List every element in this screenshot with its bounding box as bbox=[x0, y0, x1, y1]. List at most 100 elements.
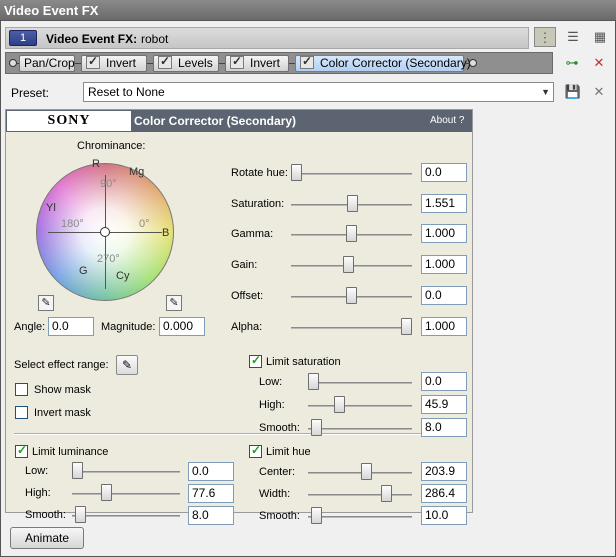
wheel-label-mg: Mg bbox=[129, 166, 145, 178]
invert-mask-label: Invert mask bbox=[34, 407, 91, 419]
limit-hue-checkbox[interactable] bbox=[249, 443, 262, 458]
degree-270: 270° bbox=[97, 253, 120, 265]
chain-number-badge[interactable]: 1 bbox=[9, 30, 37, 46]
sat-low-input[interactable]: 0.0 bbox=[421, 372, 467, 391]
wheel-label-cy: Cy bbox=[116, 270, 130, 282]
offset-slider[interactable] bbox=[346, 287, 357, 304]
saturation-input[interactable]: 1.551 bbox=[421, 194, 467, 213]
limit-hue-label: Limit hue bbox=[266, 446, 311, 458]
window-title: Video Event FX bbox=[0, 0, 616, 20]
plugin-invert-2[interactable]: Invert bbox=[225, 54, 289, 72]
alpha-slider[interactable] bbox=[401, 318, 412, 335]
hue-width-slider[interactable] bbox=[380, 485, 392, 502]
sat-low-slider[interactable] bbox=[308, 373, 319, 390]
sat-high-slider[interactable] bbox=[334, 396, 346, 413]
chroma-center-handle[interactable] bbox=[100, 227, 110, 237]
effect-range-eyedropper-icon[interactable]: ✎ bbox=[116, 355, 138, 375]
hue-width-label: Width: bbox=[259, 488, 291, 500]
limit-luminance-label: Limit luminance bbox=[32, 446, 109, 458]
hue-center-label: Center: bbox=[259, 466, 296, 478]
alpha-input[interactable]: 1.000 bbox=[421, 317, 467, 336]
hue-center-input[interactable]: 203.9 bbox=[421, 462, 467, 481]
plugin-invert-1[interactable]: Invert bbox=[81, 54, 147, 72]
eyedropper-icon[interactable]: ✎ bbox=[166, 295, 182, 311]
sat-high-label: High: bbox=[259, 399, 285, 411]
sat-low-label: Low: bbox=[259, 376, 283, 388]
limit-saturation-label: Limit saturation bbox=[266, 356, 341, 368]
list-view-icon[interactable]: ☰ bbox=[562, 27, 584, 47]
about-button[interactable]: About ? bbox=[430, 115, 464, 126]
lum-high-input[interactable]: 77.6 bbox=[188, 484, 234, 503]
lum-smooth-input[interactable]: 8.0 bbox=[188, 506, 234, 525]
wheel-label-g: G bbox=[79, 265, 88, 277]
plugin-enable-checkbox[interactable] bbox=[230, 54, 244, 69]
degree-0: 0° bbox=[139, 218, 150, 230]
hue-smooth-input[interactable]: 10.0 bbox=[421, 506, 467, 525]
panel-title: Color Corrector (Secondary) bbox=[134, 114, 297, 128]
eyedropper-icon[interactable]: ✎ bbox=[38, 295, 54, 311]
chrominance-label: Chrominance: bbox=[77, 140, 146, 152]
magnitude-input[interactable]: 0.000 bbox=[159, 317, 205, 336]
plugin-pan-crop[interactable]: Pan/Crop bbox=[19, 55, 75, 72]
hue-width-input[interactable]: 286.4 bbox=[421, 484, 467, 503]
grid-view-icon[interactable]: ▦ bbox=[589, 27, 611, 47]
magnitude-label: Magnitude: bbox=[101, 321, 156, 333]
saturation-label: Saturation: bbox=[231, 198, 285, 210]
remove-plug-in-icon[interactable]: ✕ bbox=[588, 53, 610, 73]
limit-luminance-checkbox[interactable] bbox=[15, 443, 28, 458]
angle-input[interactable]: 0.0 bbox=[48, 317, 94, 336]
grip-icon[interactable]: ⋮ bbox=[534, 27, 556, 47]
alpha-label: Alpha: bbox=[231, 321, 263, 333]
sat-smooth-input[interactable]: 8.0 bbox=[421, 418, 467, 437]
preset-dropdown[interactable]: Reset to None ▼ bbox=[83, 82, 554, 102]
hue-center-slider[interactable] bbox=[361, 463, 372, 480]
offset-label: Offset: bbox=[231, 290, 264, 302]
saturation-slider[interactable] bbox=[347, 195, 359, 212]
degree-180: 180° bbox=[61, 218, 84, 230]
plugin-enable-checkbox[interactable] bbox=[86, 54, 100, 69]
lum-smooth-slider[interactable] bbox=[74, 506, 86, 523]
plugin-enable-checkbox[interactable] bbox=[300, 54, 314, 69]
offset-input[interactable]: 0.0 bbox=[421, 286, 467, 305]
show-mask-checkbox[interactable] bbox=[15, 383, 28, 396]
hue-smooth-slider[interactable] bbox=[310, 507, 322, 524]
hue-smooth-label: Smooth: bbox=[259, 510, 300, 522]
plugin-color-corrector-secondary[interactable]: Color Corrector (Secondary) bbox=[295, 54, 471, 72]
chevron-down-icon[interactable]: ▼ bbox=[541, 83, 550, 101]
gain-input[interactable]: 1.000 bbox=[421, 255, 467, 274]
lum-high-slider[interactable] bbox=[101, 484, 113, 501]
rotate-hue-input[interactable]: 0.0 bbox=[421, 163, 467, 182]
select-effect-range-label: Select effect range: bbox=[14, 359, 109, 371]
animate-button[interactable]: Animate bbox=[10, 527, 84, 549]
rotate-hue-slider[interactable] bbox=[291, 164, 302, 181]
header-label: Video Event FX: bbox=[46, 32, 138, 46]
gain-label: Gain: bbox=[231, 259, 258, 271]
limit-saturation-checkbox[interactable] bbox=[249, 353, 262, 368]
plugin-levels[interactable]: Levels bbox=[153, 54, 219, 72]
wheel-label-yl: Yl bbox=[46, 202, 56, 214]
video-event-fx-window: 1 Video Event FX: robot ⋮ ☰ ▦ Pan/Crop I… bbox=[0, 20, 616, 557]
sat-high-input[interactable]: 45.9 bbox=[421, 395, 467, 414]
sat-smooth-slider[interactable] bbox=[310, 419, 322, 436]
gain-slider[interactable] bbox=[342, 256, 354, 273]
invert-mask-checkbox[interactable] bbox=[15, 406, 28, 419]
lum-low-slider[interactable] bbox=[72, 462, 83, 479]
section-divider bbox=[14, 433, 466, 435]
chain-end-icon bbox=[469, 59, 477, 67]
panel-header: SONY Color Corrector (Secondary) About ? bbox=[6, 110, 472, 132]
show-mask-label: Show mask bbox=[34, 384, 91, 396]
degree-90: 90° bbox=[100, 178, 117, 190]
color-corrector-panel: SONY Color Corrector (Secondary) About ?… bbox=[5, 109, 473, 525]
sat-smooth-label: Smooth: bbox=[259, 422, 300, 434]
plugin-enable-checkbox[interactable] bbox=[158, 54, 172, 69]
save-preset-icon[interactable]: 💾 bbox=[562, 82, 584, 102]
plug-in-chain-icon[interactable]: ⊶ bbox=[561, 53, 583, 73]
wheel-label-r: R bbox=[92, 158, 100, 170]
fx-header: 1 Video Event FX: robot bbox=[5, 27, 529, 49]
gamma-slider[interactable] bbox=[346, 225, 357, 242]
lum-high-label: High: bbox=[25, 487, 51, 499]
delete-preset-icon[interactable]: ✕ bbox=[588, 82, 610, 102]
lum-low-label: Low: bbox=[25, 465, 49, 477]
gamma-input[interactable]: 1.000 bbox=[421, 224, 467, 243]
lum-low-input[interactable]: 0.0 bbox=[188, 462, 234, 481]
